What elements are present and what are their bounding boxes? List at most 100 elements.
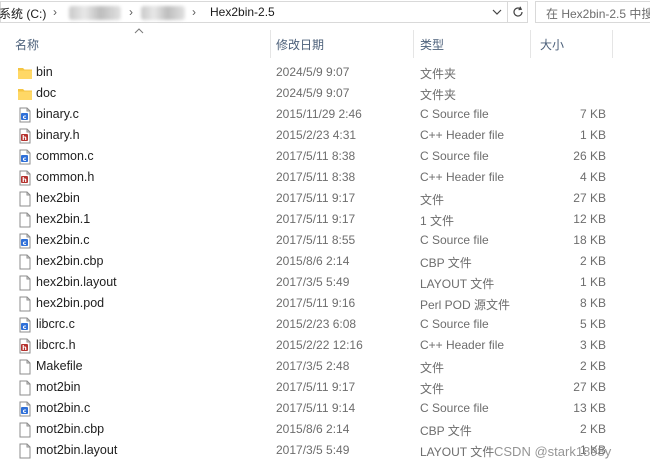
file-size: 2 KB bbox=[579, 359, 606, 373]
h-file-icon: h bbox=[17, 338, 33, 354]
file-row[interactable]: hex2bin.layout 2017/3/5 5:49 LAYOUT 文件 1 KB bbox=[0, 272, 650, 293]
breadcrumb-separator-icon[interactable]: › bbox=[129, 5, 133, 19]
file-size: 2 KB bbox=[579, 254, 606, 268]
file-name: binary.c bbox=[36, 107, 79, 121]
file-row[interactable]: hex2bin.cbp 2015/8/6 2:14 CBP 文件 2 KB bbox=[0, 251, 650, 272]
file-name: mot2bin.layout bbox=[36, 443, 118, 457]
file-size: 1 KB bbox=[579, 275, 606, 289]
breadcrumb-current-folder[interactable]: Hex2bin-2.5 bbox=[210, 5, 275, 19]
file-row[interactable]: mot2bin.cbp 2015/8/6 2:14 CBP 文件 2 KB bbox=[0, 419, 650, 440]
file-icon bbox=[17, 212, 33, 228]
h-file-icon: h bbox=[17, 170, 33, 186]
file-modified-date: 2017/5/11 8:38 bbox=[276, 170, 356, 184]
file-row[interactable]: c libcrc.c 2015/2/23 6:08 C Source file 5 KB bbox=[0, 314, 650, 335]
file-name: hex2bin.pod bbox=[36, 296, 105, 310]
breadcrumb-drive[interactable]: 系统 (C:) bbox=[0, 5, 46, 22]
address-box[interactable]: 系统 (C:) › › › Hex2bin-2.5 bbox=[0, 1, 508, 23]
file-modified-date: 2015/8/6 2:14 bbox=[276, 422, 350, 436]
file-row[interactable]: h libcrc.h 2015/2/22 12:16 C++ Header file 3… bbox=[0, 335, 650, 356]
column-header-type[interactable]: 类型 bbox=[420, 36, 444, 53]
file-row[interactable]: mot2bin 2017/5/11 9:17 文件 27 KB bbox=[0, 377, 650, 398]
file-name: hex2bin.cbp bbox=[36, 254, 104, 268]
file-type: 文件夹 bbox=[420, 67, 457, 81]
file-size: 26 KB bbox=[573, 149, 606, 163]
file-type: C Source file bbox=[420, 149, 489, 163]
file-row[interactable]: hex2bin 2017/5/11 9:17 文件 27 KB bbox=[0, 188, 650, 209]
file-size: 5 KB bbox=[579, 317, 606, 331]
file-name: binary.h bbox=[36, 128, 80, 142]
file-name: doc bbox=[36, 86, 57, 100]
file-size: 1 KB bbox=[579, 128, 606, 142]
file-row[interactable]: h common.h 2017/5/11 8:38 C++ Header file 4 … bbox=[0, 167, 650, 188]
file-row[interactable]: Makefile 2017/3/5 2:48 文件 2 KB bbox=[0, 356, 650, 377]
file-name: mot2bin.c bbox=[36, 401, 91, 415]
blurred-breadcrumb bbox=[69, 6, 121, 20]
column-divider[interactable] bbox=[612, 30, 613, 58]
file-modified-date: 2015/2/22 12:16 bbox=[276, 338, 363, 352]
file-size: 12 KB bbox=[573, 212, 606, 226]
file-row[interactable]: c mot2bin.c 2017/5/11 9:14 C Source file 13 … bbox=[0, 398, 650, 419]
file-modified-date: 2015/11/29 2:46 bbox=[276, 107, 362, 121]
file-modified-date: 2015/2/23 4:31 bbox=[276, 128, 357, 142]
file-size: 13 KB bbox=[573, 401, 606, 415]
file-row[interactable]: h binary.h 2015/2/23 4:31 C++ Header file 1 … bbox=[0, 125, 650, 146]
file-modified-date: 2017/3/5 5:49 bbox=[276, 443, 350, 457]
folder-icon bbox=[17, 65, 33, 81]
file-row[interactable]: c common.c 2017/5/11 8:38 C Source file 26 K… bbox=[0, 146, 650, 167]
file-row[interactable]: hex2bin.pod 2017/5/11 9:16 Perl POD 源文件 8 K… bbox=[0, 293, 650, 314]
file-type: C++ Header file bbox=[420, 128, 505, 142]
file-type: 文件夹 bbox=[420, 88, 457, 102]
file-modified-date: 2017/5/11 9:17 bbox=[276, 380, 356, 394]
file-icon bbox=[17, 380, 33, 396]
file-icon bbox=[17, 359, 33, 375]
file-modified-date: 2024/5/9 9:07 bbox=[276, 65, 350, 79]
file-icon bbox=[17, 254, 33, 270]
file-modified-date: 2017/5/11 9:17 bbox=[276, 191, 356, 205]
file-name: common.c bbox=[36, 149, 94, 163]
file-name: hex2bin bbox=[36, 191, 80, 205]
file-size: 2 KB bbox=[579, 422, 606, 436]
column-header-date[interactable]: 修改日期 bbox=[276, 36, 324, 53]
sort-ascending-icon bbox=[134, 28, 144, 34]
column-header-size[interactable]: 大小 bbox=[540, 36, 564, 53]
blurred-breadcrumb bbox=[141, 6, 185, 20]
column-header-name[interactable]: 名称 bbox=[15, 36, 39, 53]
file-icon bbox=[17, 191, 33, 207]
refresh-button[interactable] bbox=[508, 1, 528, 23]
svg-text:c: c bbox=[23, 155, 27, 163]
file-modified-date: 2015/2/23 6:08 bbox=[276, 317, 357, 331]
file-row[interactable]: c hex2bin.c 2017/5/11 8:55 C Source file 18 … bbox=[0, 230, 650, 251]
file-name: hex2bin.c bbox=[36, 233, 90, 247]
file-row[interactable]: hex2bin.1 2017/5/11 9:17 1 文件 12 KB bbox=[0, 209, 650, 230]
file-row[interactable]: bin 2024/5/9 9:07 文件夹 bbox=[0, 62, 650, 83]
file-modified-date: 2024/5/9 9:07 bbox=[276, 86, 350, 100]
file-row[interactable]: c binary.c 2015/11/29 2:46 C Source file 7 K… bbox=[0, 104, 650, 125]
column-divider[interactable] bbox=[530, 30, 531, 58]
file-modified-date: 2017/5/11 9:17 bbox=[276, 212, 356, 226]
file-modified-date: 2017/3/5 5:49 bbox=[276, 275, 350, 289]
file-type: C Source file bbox=[420, 401, 489, 415]
file-name: libcrc.h bbox=[36, 338, 76, 352]
svg-text:c: c bbox=[23, 239, 27, 247]
breadcrumb-separator-icon[interactable]: › bbox=[192, 5, 196, 19]
column-divider[interactable] bbox=[413, 30, 414, 58]
file-modified-date: 2017/5/11 9:14 bbox=[276, 401, 356, 415]
file-name: bin bbox=[36, 65, 53, 79]
refresh-icon bbox=[512, 6, 523, 17]
column-divider[interactable] bbox=[270, 30, 271, 58]
file-type: CBP 文件 bbox=[420, 424, 472, 438]
breadcrumb-separator-icon[interactable]: › bbox=[53, 5, 57, 19]
file-type: LAYOUT 文件 bbox=[420, 277, 495, 291]
file-size: 8 KB bbox=[579, 296, 606, 310]
file-modified-date: 2015/8/6 2:14 bbox=[276, 254, 350, 268]
h-file-icon: h bbox=[17, 128, 33, 144]
c-file-icon: c bbox=[17, 401, 33, 417]
search-input[interactable]: 在 Hex2bin-2.5 中搜 bbox=[535, 1, 650, 23]
file-type: CBP 文件 bbox=[420, 256, 472, 270]
address-bar: 系统 (C:) › › › Hex2bin-2.5 在 Hex2bin-2.5 … bbox=[0, 0, 650, 26]
address-history-button[interactable] bbox=[487, 2, 507, 22]
file-row[interactable]: doc 2024/5/9 9:07 文件夹 bbox=[0, 83, 650, 104]
svg-text:c: c bbox=[23, 323, 27, 331]
file-size: 4 KB bbox=[579, 170, 606, 184]
search-placeholder: 在 Hex2bin-2.5 中搜 bbox=[546, 7, 650, 21]
